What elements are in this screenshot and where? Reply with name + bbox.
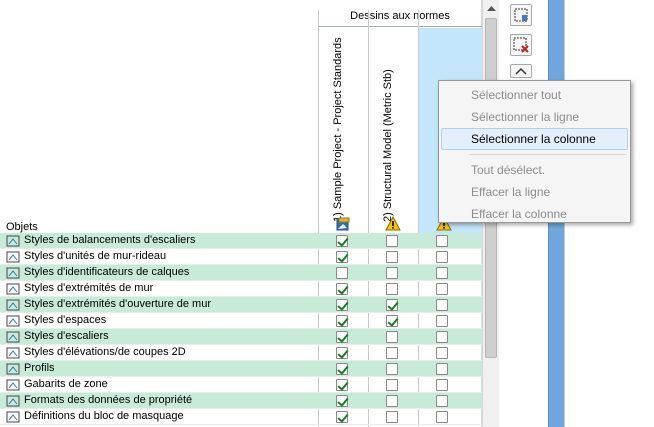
row-checkbox[interactable]	[386, 411, 398, 423]
zone-template-icon	[6, 378, 20, 392]
row-checkbox[interactable]	[436, 299, 448, 311]
row-checkbox[interactable]	[436, 283, 448, 295]
row-checkbox[interactable]	[386, 235, 398, 247]
menu-separator	[469, 154, 626, 155]
object-rows: Styles de balancements d'escaliers Styles…	[0, 233, 482, 425]
select-drawings-button[interactable]	[510, 4, 532, 26]
row-checkbox[interactable]	[436, 363, 448, 375]
table-row[interactable]: Styles de balancements d'escaliers	[0, 233, 482, 249]
row-checkbox[interactable]	[386, 283, 398, 295]
layer-key-icon	[6, 266, 20, 280]
curtain-wall-unit-icon	[6, 250, 20, 264]
row-checkbox[interactable]	[436, 379, 448, 391]
row-checkbox[interactable]	[436, 347, 448, 359]
menu-item[interactable]: Sélectionner la colonne	[441, 128, 628, 150]
table-row[interactable]: Styles d'identificateurs de calques	[0, 265, 482, 281]
warning-icon	[385, 215, 401, 232]
row-checkbox[interactable]	[436, 315, 448, 327]
column-header-1[interactable]: 1) Sample Project - Project Standards	[318, 28, 368, 233]
row-label: Définitions du bloc de masquage	[24, 410, 184, 422]
table-row[interactable]: Styles d'escaliers	[0, 329, 482, 345]
row-label: Styles d'unités de mur-rideau	[24, 250, 167, 262]
row-checkbox[interactable]	[336, 411, 348, 423]
row-checkbox[interactable]	[436, 235, 448, 247]
select-drawings-icon	[514, 8, 528, 22]
property-format-icon	[6, 394, 20, 408]
space-style-icon	[6, 314, 20, 328]
row-checkbox[interactable]	[336, 331, 348, 343]
row-checkbox[interactable]	[386, 315, 398, 327]
column-1-title: 1) Sample Project - Project Standards	[332, 37, 344, 222]
row-checkbox[interactable]	[336, 395, 348, 407]
row-label: Styles d'extrémités d'ouverture de mur	[24, 298, 211, 310]
stair-style-icon	[6, 330, 20, 344]
row-label: Styles de balancements d'escaliers	[24, 234, 196, 246]
row-checkbox[interactable]	[336, 379, 348, 391]
row-checkbox[interactable]	[436, 267, 448, 279]
row-checkbox[interactable]	[386, 379, 398, 391]
row-checkbox[interactable]	[336, 283, 348, 295]
context-menu: Sélectionner tout Sélectionner la ligne Sé…	[438, 80, 631, 223]
scroll-up-button[interactable]	[483, 0, 499, 16]
wall-endcap-icon	[6, 282, 20, 296]
remove-drawing-icon	[513, 37, 529, 53]
project-standards-icon	[335, 216, 351, 232]
menu-item[interactable]: Tout désélect.	[441, 159, 628, 181]
row-checkbox[interactable]	[336, 267, 348, 279]
row-checkbox[interactable]	[386, 267, 398, 279]
table-row[interactable]: Formats des données de propriété	[0, 393, 482, 409]
menu-item[interactable]: Effacer la ligne	[441, 181, 628, 203]
table-row[interactable]: Styles d'espaces	[0, 313, 482, 329]
standards-grid: Objets Dessins aux normes 1) Sample Proj…	[0, 0, 482, 427]
table-row[interactable]: Styles d'extrémités d'ouverture de mur	[0, 297, 482, 313]
row-checkbox[interactable]	[436, 411, 448, 423]
remove-drawing-button[interactable]	[510, 34, 532, 56]
row-label: Profils	[24, 362, 55, 374]
row-checkbox[interactable]	[386, 395, 398, 407]
mask-block-icon	[6, 410, 20, 424]
collapse-icon	[515, 67, 527, 75]
group-header-standard-drawings: Dessins aux normes	[350, 10, 450, 22]
group-header-underline	[318, 26, 482, 27]
table-row[interactable]: Styles d'unités de mur-rideau	[0, 249, 482, 265]
row-label: Styles d'identificateurs de calques	[24, 266, 190, 278]
row-label: Styles d'extrémités de mur	[24, 282, 154, 294]
row-checkbox[interactable]	[386, 251, 398, 263]
table-row[interactable]: Profils	[0, 361, 482, 377]
column-header-2[interactable]: 2) Structural Model (Metric Stb)	[368, 28, 418, 233]
row-label: Styles d'élévations/de coupes 2D	[24, 346, 186, 358]
profile-icon	[6, 362, 20, 376]
row-label: Gabarits de zone	[24, 378, 108, 390]
table-row[interactable]: Styles d'élévations/de coupes 2D	[0, 345, 482, 361]
objects-column-header: Objets	[6, 221, 38, 233]
row-checkbox[interactable]	[386, 331, 398, 343]
table-row[interactable]: Gabarits de zone	[0, 377, 482, 393]
row-checkbox[interactable]	[386, 299, 398, 311]
row-checkbox[interactable]	[336, 315, 348, 327]
row-label: Styles d'escaliers	[24, 330, 109, 342]
stair-winder-icon	[6, 234, 20, 248]
opening-endcap-icon	[6, 298, 20, 312]
row-checkbox[interactable]	[386, 347, 398, 359]
row-checkbox[interactable]	[336, 363, 348, 375]
menu-item[interactable]: Sélectionner la ligne	[441, 106, 628, 128]
row-label: Formats des données de propriété	[24, 394, 193, 406]
elevation-section-icon	[6, 346, 20, 360]
row-label: Styles d'espaces	[24, 314, 107, 326]
collapse-button[interactable]	[510, 64, 532, 78]
menu-item[interactable]: Effacer la colonne	[441, 203, 628, 225]
row-checkbox[interactable]	[436, 395, 448, 407]
column-2-title: 2) Structural Model (Metric Stb)	[382, 69, 394, 222]
table-row[interactable]: Définitions du bloc de masquage	[0, 409, 482, 425]
row-checkbox[interactable]	[436, 251, 448, 263]
chevron-up-icon	[486, 6, 496, 11]
row-checkbox[interactable]	[436, 331, 448, 343]
table-row[interactable]: Styles d'extrémités de mur	[0, 281, 482, 297]
row-checkbox[interactable]	[336, 235, 348, 247]
row-checkbox[interactable]	[386, 363, 398, 375]
row-checkbox[interactable]	[336, 299, 348, 311]
row-checkbox[interactable]	[336, 251, 348, 263]
menu-item[interactable]: Sélectionner tout	[441, 84, 628, 106]
row-checkbox[interactable]	[336, 347, 348, 359]
